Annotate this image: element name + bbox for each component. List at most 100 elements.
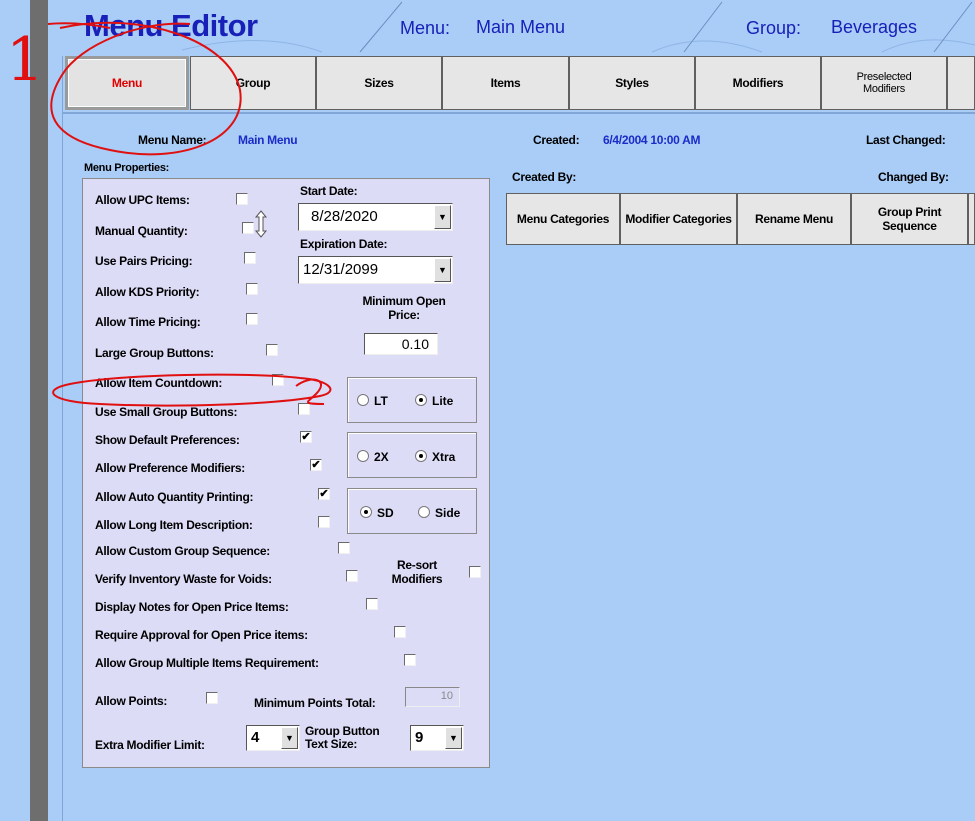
radio-2x-label: 2X [374,450,389,464]
minimum-open-price-input[interactable]: 0.10 [364,333,438,355]
tab-more[interactable] [947,56,975,110]
menu-value: Main Menu [476,17,566,37]
time-pricing-checkbox[interactable] [246,313,258,325]
pairs-pricing-label: Use Pairs Pricing: [95,254,193,268]
auto-qty-checkbox[interactable]: ✔ [318,488,330,500]
tab-sizes[interactable]: Sizes [316,56,442,110]
group-button-text-size-label: Group Button Text Size: [305,724,380,751]
expiration-date-value: 12/31/2099 [303,261,379,278]
large-group-checkbox[interactable] [266,344,278,356]
group-button-text-size-select[interactable]: 9 ▼ [410,725,464,751]
extra-modifier-limit-label: Extra Modifier Limit: [95,738,205,752]
radio-side-label: Side [435,506,461,520]
group-multiple-label: Allow Group Multiple Items Requirement: [95,656,319,670]
allow-upc-checkbox[interactable] [236,193,248,205]
chevron-down-icon[interactable]: ▼ [281,727,298,749]
radio-xtra[interactable]: Xtra [415,450,455,464]
display-notes-label: Display Notes for Open Price Items: [95,600,289,614]
radio-lt-label: LT [374,394,388,408]
window-left-margin [48,0,63,821]
tab-preselected-modifiers[interactable]: Preselected Modifiers [821,56,947,110]
window-left-edge [30,0,48,821]
modifier-categories-button[interactable]: Modifier Categories [620,193,737,245]
resize-arrow-icon [254,210,268,238]
kds-priority-checkbox[interactable] [246,283,258,295]
start-date-value: 8/28/2020 [311,208,378,225]
page-title: Menu Editor [84,8,258,43]
resort-modifiers-label: Re-sort Modifiers [391,558,443,586]
chevron-down-icon[interactable]: ▼ [434,205,451,229]
menu-name-label: Menu Name: [138,133,207,147]
radio-xtra-label: Xtra [432,450,456,464]
expiration-date-label: Expiration Date: [300,237,388,251]
group-value: Beverages [831,17,918,37]
group-multiple-checkbox[interactable] [404,654,416,666]
radio-button-selected-icon [360,506,372,518]
radio-button-icon [357,450,369,462]
manual-quantity-label: Manual Quantity: [95,224,188,238]
allow-points-checkbox[interactable] [206,692,218,704]
display-notes-checkbox[interactable] [366,598,378,610]
tab-modifiers[interactable]: Modifiers [695,56,821,110]
rename-menu-button[interactable]: Rename Menu [737,193,851,245]
default-prefs-checkbox[interactable]: ✔ [300,431,312,443]
radio-2x[interactable]: 2X [357,450,389,464]
custom-seq-checkbox[interactable] [338,542,350,554]
min-points-input[interactable]: 10 [405,687,460,707]
expiration-date-picker[interactable]: 12/31/2099 ▼ [298,256,453,284]
minimum-open-price-label: Minimum Open Price: [362,294,446,322]
last-changed-label: Last Changed: [866,133,946,147]
verify-waste-checkbox[interactable] [346,570,358,582]
manual-quantity-checkbox[interactable] [242,222,254,234]
group-button-text-size-value: 9 [415,729,424,746]
tab-group[interactable]: Group [190,56,316,110]
radio-sd-label: SD [377,506,394,520]
item-countdown-checkbox[interactable] [272,374,284,386]
long-desc-label: Allow Long Item Description: [95,518,253,532]
allow-points-label: Allow Points: [95,694,168,708]
chevron-down-icon[interactable]: ▼ [434,258,451,282]
start-date-label: Start Date: [300,184,358,198]
menu-categories-button[interactable]: Menu Categories [506,193,620,245]
time-pricing-label: Allow Time Pricing: [95,315,201,329]
menu-properties-label: Menu Properties: [84,162,170,174]
radio-lite-label: Lite [432,394,454,408]
radio-side[interactable]: Side [418,506,460,520]
radio-button-selected-icon [415,394,427,406]
large-group-label: Large Group Buttons: [95,346,214,360]
pairs-pricing-checkbox[interactable] [244,252,256,264]
extra-modifier-limit-select[interactable]: 4 ▼ [246,725,300,751]
tab-styles[interactable]: Styles [569,56,695,110]
menu-name-value: Main Menu [238,133,298,147]
radio-lite[interactable]: Lite [415,394,453,408]
created-label: Created: [533,133,580,147]
start-date-picker[interactable]: 8/28/2020 ▼ [298,203,453,231]
long-desc-checkbox[interactable] [318,516,330,528]
min-points-label: Minimum Points Total: [254,696,376,710]
pref-modifiers-checkbox[interactable]: ✔ [310,459,322,471]
chevron-down-icon[interactable]: ▼ [445,727,462,749]
radio-button-selected-icon [415,450,427,462]
changed-by-label: Changed By: [878,170,949,184]
tab-items[interactable]: Items [442,56,569,110]
extra-modifier-limit-value: 4 [251,729,260,746]
radio-button-icon [418,506,430,518]
group-print-sequence-button[interactable]: Group Print Sequence [851,193,968,245]
tab-menu[interactable]: Menu [65,56,189,110]
radio-button-icon [357,394,369,406]
radio-lt[interactable]: LT [357,394,388,408]
more-button[interactable] [968,193,975,245]
created-by-label: Created By: [512,170,577,184]
created-value: 6/4/2004 10:00 AM [603,133,701,147]
group-label: Group: [746,18,802,38]
resort-modifiers-checkbox[interactable] [469,566,481,578]
require-approval-checkbox[interactable] [394,626,406,638]
tab-bar: Menu Group Sizes Items Styles Modifiers … [62,56,975,112]
radio-sd[interactable]: SD [360,506,394,520]
custom-seq-label: Allow Custom Group Sequence: [95,544,270,558]
default-prefs-label: Show Default Preferences: [95,433,240,447]
auto-qty-label: Allow Auto Quantity Printing: [95,490,254,504]
menu-label: Menu: [400,18,451,38]
small-group-checkbox[interactable] [298,403,310,415]
kds-priority-label: Allow KDS Priority: [95,285,200,299]
